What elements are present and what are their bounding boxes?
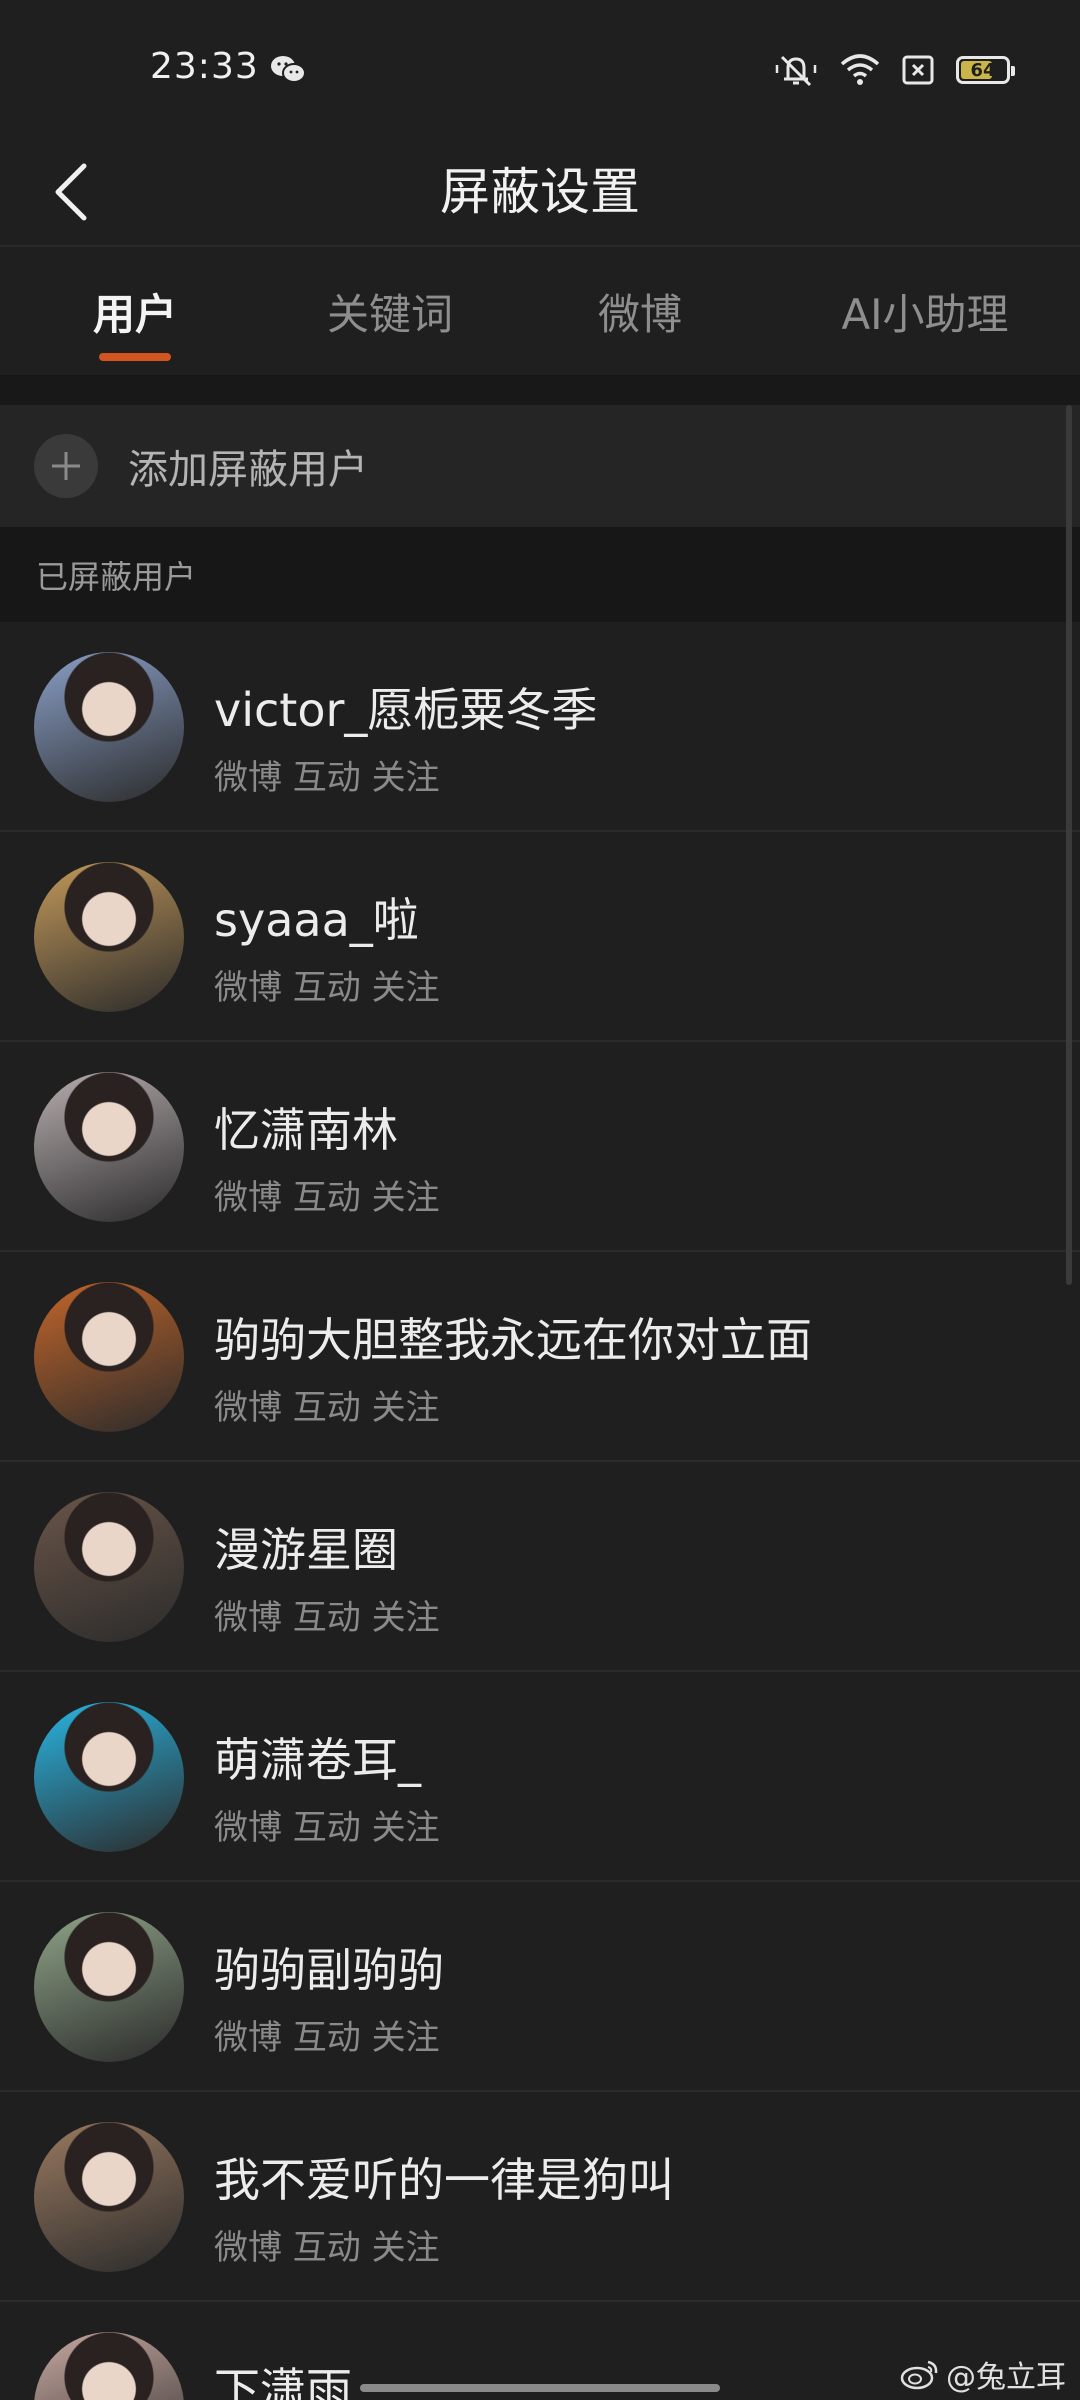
avatar[interactable] [34,862,184,1012]
add-blocked-user-label: 添加屏蔽用户 [128,447,368,493]
user-name: 萌潇卷耳_ [214,1733,421,1787]
battery-icon: 64 [956,56,1015,84]
block-scope: 微博 互动 关注 [214,968,440,1008]
avatar[interactable] [34,1072,184,1222]
home-indicator[interactable] [360,2384,720,2392]
list-item[interactable]: 驹驹大胆整我永远在你对立面微博 互动 关注 [0,1252,1080,1462]
avatar[interactable] [34,1492,184,1642]
avatar[interactable] [34,652,184,802]
battery-level: 64 [970,59,996,81]
scrollbar[interactable] [1066,405,1072,1285]
add-blocked-user-button[interactable]: 添加屏蔽用户 [0,405,1080,527]
tab-weibo[interactable]: 微博 [510,247,770,375]
blocked-user-list: victor_愿栀粟冬季 微博 互动 关注 syaaa_啦 微博 互动 关注 忆潇南林微… [0,622,1080,2400]
watermark-text: @兔立耳 [946,2360,1066,2395]
status-icons: 64 [774,50,1015,90]
tab-keywords[interactable]: 关键词 [270,247,510,375]
list-item[interactable]: 我不爱听的一律是狗叫微博 互动 关注 [0,2092,1080,2302]
user-name: 忆潇南林 [214,1103,398,1157]
list-item[interactable]: 萌潇卷耳_ 微博 互动 关注 [0,1672,1080,1882]
avatar[interactable] [34,2332,184,2400]
nav-header: 屏蔽设置 [0,140,1080,247]
list-item[interactable]: 漫游星圈微博 互动 关注 [0,1462,1080,1672]
section-title: 已屏蔽用户 [36,557,197,596]
sim-x-icon [902,55,934,85]
chevron-left-icon [55,163,87,221]
wechat-icon [271,56,306,83]
tab-ai-assistant[interactable]: AI小助理 [770,247,1080,375]
tab-bar: 用户 关键词 微博 AI小助理 [0,247,1080,375]
avatar[interactable] [34,2122,184,2272]
block-scope: 微博 互动 关注 [214,1808,440,1848]
list-item[interactable]: syaaa_啦微博 互动 关注 [0,832,1080,1042]
user-name: 驹驹副驹驹 [214,1943,444,1997]
tab-label: AI小助理 [841,289,1009,339]
block-scope: 微博 互动 关注 [214,2018,440,2058]
block-scope: 微博 互动 关注 [214,1178,440,1218]
tab-label: 微博 [597,289,682,339]
user-name: 下潇雨 [214,2363,352,2400]
tab-label: 用户 [92,289,177,339]
avatar[interactable] [34,1702,184,1852]
list-item[interactable]: 忆潇南林微博 互动 关注 [0,1042,1080,1252]
avatar[interactable] [34,1912,184,2062]
list-item[interactable]: victor_愿栀粟冬季微博 互动 关注 [0,622,1080,832]
divider [0,375,1080,405]
bell-muted-icon [775,55,817,87]
back-button[interactable] [30,152,110,232]
weibo-icon [900,2360,938,2390]
status-time: 23:33 [150,46,259,87]
user-name: 我不爱听的一律是狗叫 [214,2153,674,2207]
block-scope: 微博 互动 关注 [214,1388,440,1428]
block-scope: 微博 互动 关注 [214,1598,440,1638]
section-header: 已屏蔽用户 [0,527,1080,622]
avatar[interactable] [34,1282,184,1432]
tab-users[interactable]: 用户 [0,247,270,375]
block-scope: 微博 互动 关注 [214,758,440,798]
page-title: 屏蔽设置 [440,163,640,221]
user-name: syaaa_啦 [214,893,419,947]
plus-icon [34,434,98,498]
block-scope: 微博 互动 关注 [214,2228,440,2268]
user-name: victor_愿栀粟冬季 [214,683,598,737]
tab-label: 关键词 [326,289,453,339]
status-bar: 23:33 64 [0,0,1080,140]
wifi-icon [840,54,880,85]
user-name: 漫游星圈 [214,1523,398,1577]
tab-active-indicator [99,353,171,361]
watermark: @兔立耳 [900,2352,1066,2396]
list-item[interactable]: 驹驹副驹驹微博 互动 关注 [0,1882,1080,2092]
screen: 23:33 64 屏蔽设置 用户 关键词 微博 AI小助理 添加屏蔽用户 已屏蔽… [0,0,1080,2400]
user-name: 驹驹大胆整我永远在你对立面 [214,1313,812,1367]
